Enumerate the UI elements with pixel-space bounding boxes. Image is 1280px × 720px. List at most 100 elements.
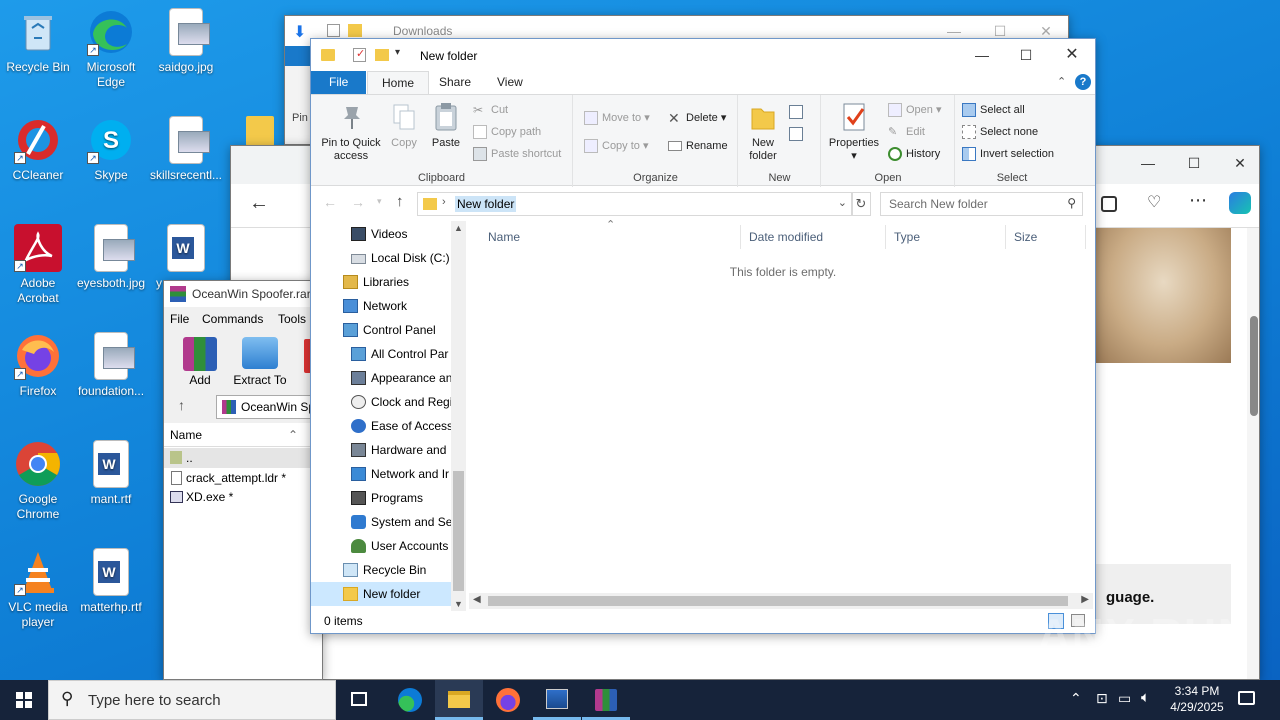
tab-file[interactable]: File: [311, 71, 367, 94]
taskbar-network-app[interactable]: [533, 680, 581, 720]
properties-quick-icon[interactable]: ✓: [353, 48, 366, 62]
copy-to-button[interactable]: Copy to ▾: [582, 136, 649, 156]
task-view-button[interactable]: [336, 680, 384, 720]
winrar-extract-button[interactable]: Extract To: [230, 337, 290, 387]
edit-button[interactable]: ✎ Edit: [886, 122, 925, 142]
desktop-icon-matterhp-rtf[interactable]: W matterhp.rtf: [73, 548, 149, 615]
nav-item-system-security[interactable]: System and Se: [351, 510, 453, 534]
refresh-button[interactable]: ↻: [851, 192, 871, 216]
new-folder-quick-icon[interactable]: [375, 49, 389, 61]
easy-access-icon[interactable]: [789, 127, 803, 141]
menu-commands[interactable]: Commands: [202, 312, 263, 326]
close-button[interactable]: ✕: [1217, 148, 1259, 178]
open-button[interactable]: Open ▾: [886, 100, 942, 120]
pin-quick-access-button[interactable]: Pin to Quick access: [315, 101, 387, 163]
paste-button[interactable]: Paste: [429, 101, 463, 150]
select-none-button[interactable]: Select none: [960, 122, 1038, 142]
desktop-icon-google-chrome[interactable]: Google Chrome: [0, 440, 76, 522]
up-arrow-icon[interactable]: ↑: [178, 397, 185, 413]
invert-selection-button[interactable]: Invert selection: [960, 144, 1054, 164]
desktop-icon-skillsrecent[interactable]: skillsrecentl...: [148, 116, 224, 183]
move-to-button[interactable]: Move to ▾: [582, 108, 650, 128]
paste-shortcut-button[interactable]: Paste shortcut: [471, 144, 561, 164]
desktop-icon-adobe-acrobat[interactable]: ↗ Adobe Acrobat: [0, 224, 76, 306]
back-arrow-icon[interactable]: ←: [249, 192, 269, 215]
quick-access-dropdown-icon[interactable]: ▾: [395, 47, 400, 58]
network-tray-icon[interactable]: ▭: [1118, 690, 1131, 707]
delete-button[interactable]: ✕ Delete ▾: [666, 108, 726, 128]
menu-file[interactable]: File: [170, 312, 189, 326]
nav-item-ease-of-access[interactable]: Ease of Access: [351, 414, 453, 438]
column-header-name[interactable]: Name ⌃: [164, 423, 322, 447]
desktop-icon-saidgo[interactable]: saidgo.jpg: [148, 8, 224, 75]
start-button[interactable]: [0, 680, 48, 720]
health-icon[interactable]: ♡: [1147, 192, 1161, 212]
title-bar[interactable]: ✓ ▾ New folder — ☐ ✕: [311, 39, 1095, 71]
nav-item-recycle-bin[interactable]: Recycle Bin: [343, 558, 453, 582]
nav-item-control-panel[interactable]: Control Panel: [343, 318, 453, 342]
tab-home[interactable]: Home: [367, 71, 430, 94]
close-button[interactable]: ✕: [1049, 40, 1095, 70]
desktop-icon-firefox[interactable]: ↗ Firefox: [0, 332, 76, 399]
desktop-icon-mant-rtf[interactable]: W mant.rtf: [73, 440, 149, 507]
minimize-button[interactable]: —: [959, 40, 1005, 70]
winrar-window[interactable]: OceanWin Spoofer.rar File Commands Tools…: [163, 280, 323, 680]
desktop-icon-recycle-bin[interactable]: Recycle Bin: [0, 8, 76, 75]
nav-item-videos[interactable]: Videos: [351, 222, 453, 246]
winrar-add-button[interactable]: Add: [180, 337, 220, 387]
clock[interactable]: 3:34 PM 4/29/2025: [1165, 683, 1229, 715]
horizontal-scrollbar[interactable]: ◀ ▶: [469, 593, 1093, 609]
nav-item-local-disk[interactable]: Local Disk (C:): [351, 246, 453, 270]
nav-item-all-control-panel[interactable]: All Control Par: [351, 342, 453, 366]
taskbar-file-explorer[interactable]: [435, 680, 483, 720]
help-icon[interactable]: ?: [1075, 74, 1091, 90]
desktop-icon-microsoft-edge[interactable]: ↗ Microsoft Edge: [73, 8, 149, 90]
desktop-icon-vlc[interactable]: ↗ VLC media player: [0, 548, 76, 630]
search-box[interactable]: Search New folder ⚲: [880, 192, 1083, 216]
minimize-button[interactable]: —: [1125, 148, 1171, 178]
recent-locations-icon[interactable]: ▾: [377, 196, 382, 207]
scroll-left-icon[interactable]: ◀: [473, 594, 481, 605]
more-options-icon[interactable]: ⋯: [1189, 190, 1207, 211]
copilot-icon[interactable]: [1229, 192, 1251, 214]
up-arrow-icon[interactable]: ↑: [396, 193, 404, 210]
new-folder-button[interactable]: New folder: [743, 101, 783, 163]
collapse-ribbon-icon[interactable]: ⌃: [1057, 75, 1066, 88]
forward-arrow-icon[interactable]: →: [351, 194, 365, 210]
collections-icon[interactable]: [1101, 196, 1117, 212]
volume-icon[interactable]: 🔈︎: [1141, 689, 1150, 706]
desktop-icon-eyesboth[interactable]: eyesboth.jpg: [73, 224, 149, 291]
nav-scrollbar[interactable]: ▲ ▼: [451, 221, 466, 611]
tab-share[interactable]: Share: [425, 71, 485, 94]
select-all-button[interactable]: Select all: [960, 100, 1025, 120]
back-arrow-icon[interactable]: ←: [323, 194, 337, 210]
address-bar[interactable]: › New folder ⌄: [417, 192, 853, 216]
column-header-name[interactable]: Name: [480, 225, 741, 249]
menu-tools[interactable]: Tools: [278, 312, 306, 326]
new-item-icon[interactable]: [789, 105, 803, 119]
scroll-down-icon[interactable]: ▼: [454, 599, 463, 609]
taskbar-firefox[interactable]: [484, 680, 532, 720]
nav-item-clock[interactable]: Clock and Regi: [351, 390, 453, 414]
desktop-icon-foundation[interactable]: foundation...: [73, 332, 149, 399]
list-item[interactable]: crack_attempt.ldr *: [164, 468, 322, 488]
copy-button[interactable]: Copy: [387, 101, 421, 150]
nav-item-network[interactable]: Network: [343, 294, 453, 318]
explorer-window[interactable]: ✓ ▾ New folder — ☐ ✕ File Home Share Vie…: [310, 38, 1096, 634]
taskbar-winrar[interactable]: [582, 680, 630, 720]
nav-item-network-internet[interactable]: Network and Ir: [351, 462, 453, 486]
show-hidden-icons-icon[interactable]: ⌃: [1070, 690, 1082, 707]
network-status-icon[interactable]: ⊡: [1096, 690, 1108, 707]
taskbar-search[interactable]: ⚲ Type here to search: [48, 680, 336, 720]
nav-item-user-accounts[interactable]: User Accounts: [351, 534, 453, 558]
maximize-button[interactable]: ☐: [1003, 40, 1049, 70]
history-button[interactable]: History: [886, 144, 940, 164]
list-item[interactable]: XD.exe *: [164, 487, 322, 507]
desktop-icon-ccleaner[interactable]: ↗ CCleaner: [0, 116, 76, 183]
scroll-up-icon[interactable]: ▲: [454, 223, 463, 233]
nav-item-hardware[interactable]: Hardware and: [351, 438, 453, 462]
notifications-icon[interactable]: [1238, 691, 1255, 705]
cut-button[interactable]: ✂ Cut: [471, 100, 508, 120]
properties-button[interactable]: Properties ▾: [826, 101, 882, 163]
nav-item-appearance[interactable]: Appearance an: [351, 366, 453, 390]
